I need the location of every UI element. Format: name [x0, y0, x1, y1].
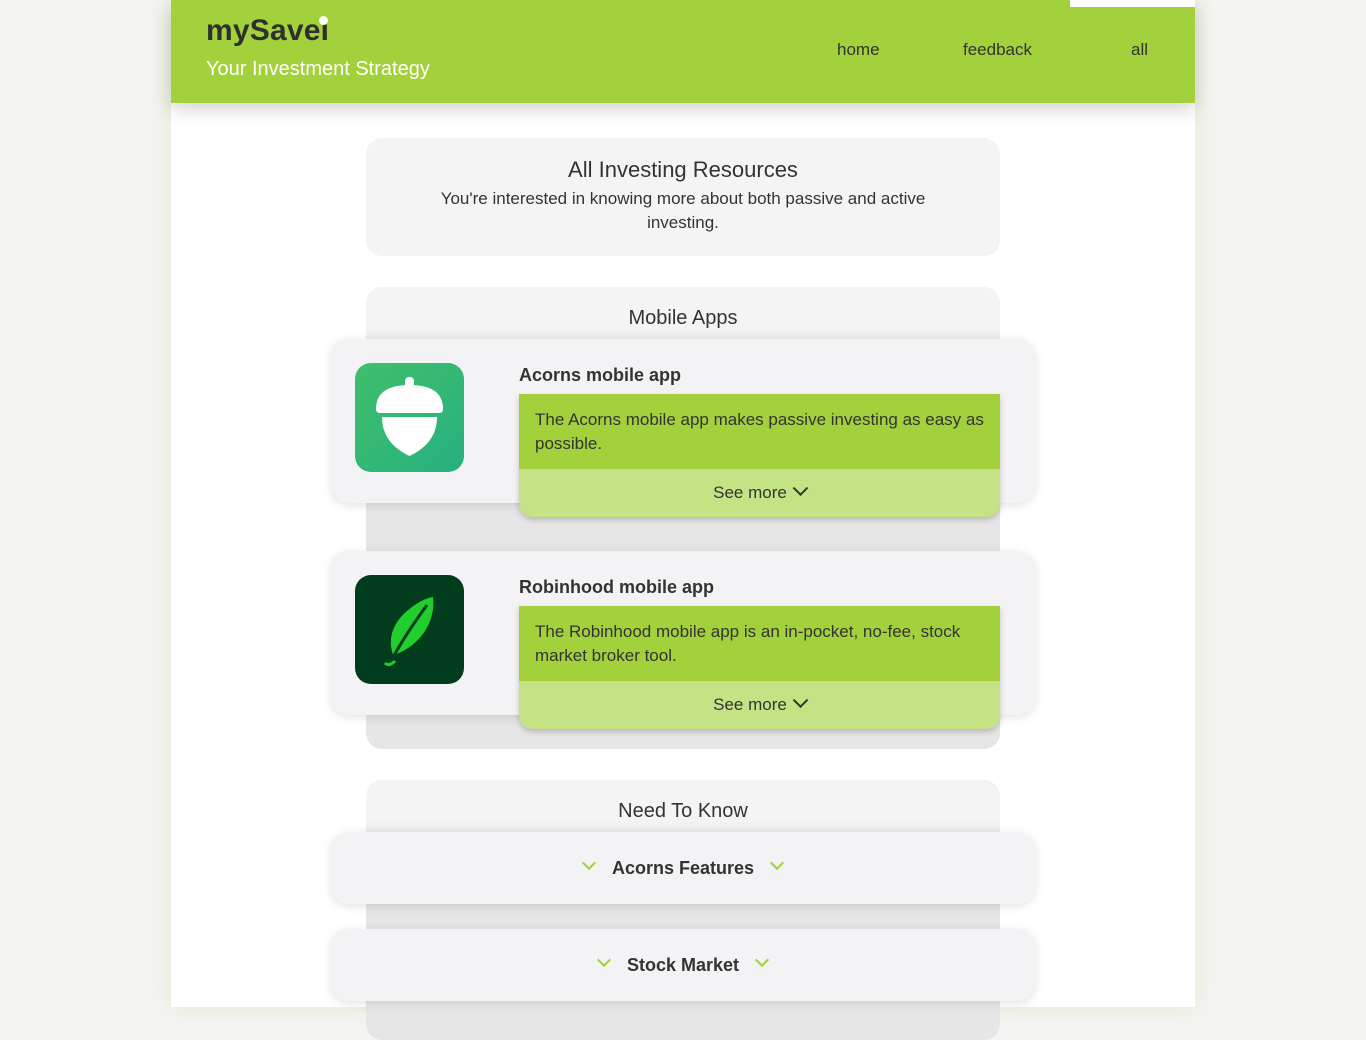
chevron-down-icon	[596, 952, 611, 968]
feather-icon	[355, 575, 464, 684]
brand-tagline: Your Investment Strategy	[206, 58, 430, 80]
acorn-icon	[355, 363, 464, 472]
brand-dot-icon	[319, 16, 328, 25]
nav-feedback[interactable]: feedback	[963, 40, 1032, 60]
nav-home[interactable]: home	[837, 40, 880, 60]
page-container: mySavei Your Investment Strategy home fe…	[171, 0, 1195, 1040]
intro-title: All Investing Resources	[568, 157, 798, 182]
app-card-acorns: Acorns mobile app The Acorns mobile app …	[331, 339, 1035, 517]
accordion-acorns-features[interactable]: Acorns Features	[331, 832, 1035, 904]
nav-active-indicator	[1070, 0, 1195, 7]
site-header: mySavei Your Investment Strategy home fe…	[171, 0, 1195, 103]
need-to-know-section: Need To Know	[366, 780, 1000, 1040]
accordion-label: Acorns Features	[611, 858, 755, 878]
app-name-acorns: Acorns mobile app	[519, 365, 682, 385]
chevron-down-icon	[792, 480, 809, 497]
chevron-down-icon	[755, 952, 770, 968]
nav-all[interactable]: all	[1131, 40, 1148, 60]
need-to-know-title: Need To Know	[618, 800, 748, 822]
see-more-label: See more	[713, 695, 787, 714]
chevron-down-icon	[581, 855, 596, 871]
brand-logo[interactable]: mySavei	[206, 14, 329, 48]
see-more-label: See more	[713, 483, 787, 502]
chevron-down-icon	[792, 692, 809, 709]
intro-card: All Investing Resources You're intereste…	[366, 138, 1000, 256]
app-description-text-robinhood: The Robinhood mobile app is an in-pocket…	[519, 606, 1000, 681]
see-more-button-robinhood[interactable]: See more	[519, 681, 1000, 729]
app-description-text-acorns: The Acorns mobile app makes passive inve…	[519, 394, 1000, 469]
see-more-button-acorns[interactable]: See more	[519, 469, 1000, 517]
app-description-robinhood: The Robinhood mobile app is an in-pocket…	[519, 606, 1000, 729]
app-name-robinhood: Robinhood mobile app	[519, 577, 714, 597]
chevron-down-icon	[770, 855, 785, 871]
intro-text: You're interested in knowing more about …	[440, 189, 926, 232]
app-card-robinhood: Robinhood mobile app The Robinhood mobil…	[331, 551, 1035, 729]
accordion-label: Stock Market	[626, 955, 740, 975]
accordion-stock-market[interactable]: Stock Market	[331, 929, 1035, 1001]
mobile-apps-title: Mobile Apps	[628, 307, 738, 329]
app-description-acorns: The Acorns mobile app makes passive inve…	[519, 394, 1000, 517]
